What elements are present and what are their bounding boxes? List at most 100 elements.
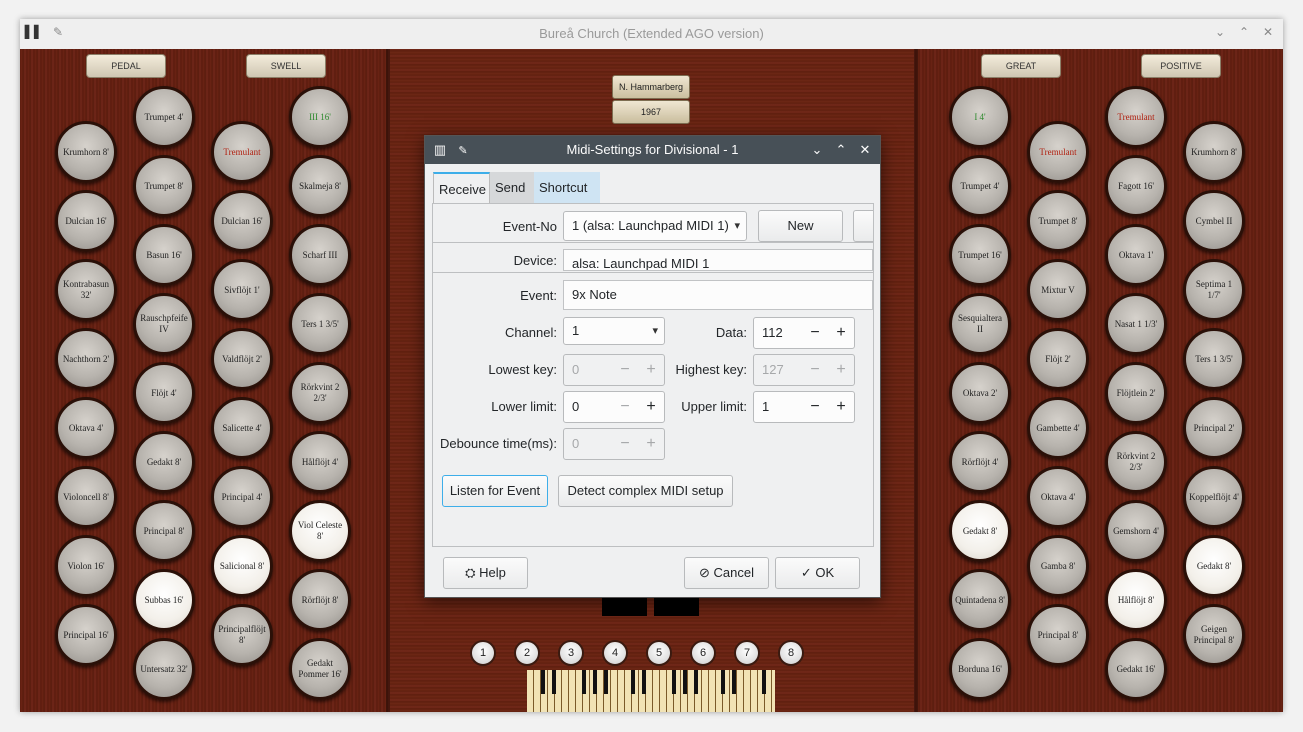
tab-receive[interactable]: Receive	[433, 172, 490, 203]
tab-shortcut[interactable]: Shortcut	[534, 172, 600, 203]
minimize-icon[interactable]: ⌄	[1212, 24, 1228, 40]
event-field[interactable]: 9x Note	[563, 280, 873, 310]
detect-midi-setup-button[interactable]: Detect complex MIDI setup	[558, 475, 733, 507]
stop-button[interactable]: Koppelflöjt 4'	[1183, 466, 1245, 528]
piston-button[interactable]: 3	[558, 640, 584, 666]
stop-button[interactable]: Tremulant	[1027, 121, 1089, 183]
black-key[interactable]	[642, 670, 646, 694]
stop-button[interactable]: Ters 1 3/5'	[1183, 328, 1245, 390]
upper-limit-spinbox[interactable]: 1 − +	[753, 391, 855, 423]
black-key[interactable]	[593, 670, 597, 694]
stop-button[interactable]: Borduna 16'	[949, 638, 1011, 700]
channel-combo[interactable]: 1 ▾	[563, 317, 665, 345]
stop-button[interactable]: Rörkvint 2 2/3'	[1105, 431, 1167, 493]
stop-button[interactable]: Ters 1 3/5'	[289, 293, 351, 355]
stop-button[interactable]: Salicette 4'	[211, 397, 273, 459]
stop-button[interactable]: Tremulant	[1105, 86, 1167, 148]
lower-limit-spinbox[interactable]: 0 − +	[563, 391, 665, 423]
stop-button[interactable]: Scharf III	[289, 224, 351, 286]
stop-button[interactable]: Dulcian 16'	[55, 190, 117, 252]
stop-button[interactable]: Trumpet 4'	[133, 86, 195, 148]
piston-button[interactable]: 2	[514, 640, 540, 666]
stop-button[interactable]: Tremulant	[211, 121, 273, 183]
stop-button[interactable]: Gedakt 8'	[133, 431, 195, 493]
piston-button[interactable]: 4	[602, 640, 628, 666]
stop-button[interactable]: Violon 16'	[55, 535, 117, 597]
stop-button[interactable]: Fagott 16'	[1105, 155, 1167, 217]
black-key[interactable]	[672, 670, 676, 694]
stop-button[interactable]: Quintadena 8'	[949, 569, 1011, 631]
piston-button[interactable]: 6	[690, 640, 716, 666]
stop-button[interactable]: Trumpet 8'	[1027, 190, 1089, 252]
stop-button[interactable]: Oktava 4'	[1027, 466, 1089, 528]
stop-button[interactable]: Septima 1 1/7'	[1183, 259, 1245, 321]
data-spinbox[interactable]: 112 − +	[753, 317, 855, 349]
stop-button[interactable]: Principal 2'	[1183, 397, 1245, 459]
black-key[interactable]	[694, 670, 698, 694]
black-key[interactable]	[631, 670, 635, 694]
stop-button[interactable]: Gedakt 8'	[949, 500, 1011, 562]
stop-button[interactable]: Skalmeja 8'	[289, 155, 351, 217]
stop-button[interactable]: Rörkvint 2 2/3'	[289, 362, 351, 424]
stop-button[interactable]: Viol Celeste 8'	[289, 500, 351, 562]
stop-button[interactable]: Gemshorn 4'	[1105, 500, 1167, 562]
stop-button[interactable]: Geigen Principal 8'	[1183, 604, 1245, 666]
stop-button[interactable]: Violoncell 8'	[55, 466, 117, 528]
stop-button[interactable]: Principal 4'	[211, 466, 273, 528]
black-key[interactable]	[683, 670, 687, 694]
stop-button[interactable]: Gedakt Pommer 16'	[289, 638, 351, 700]
stop-button[interactable]: Hålflöjt 4'	[289, 431, 351, 493]
stop-button[interactable]: Gambette 4'	[1027, 397, 1089, 459]
black-key[interactable]	[541, 670, 545, 694]
stop-button[interactable]: Sivflöjt 1'	[211, 259, 273, 321]
stop-button[interactable]: Flöjt 4'	[133, 362, 195, 424]
stop-button[interactable]: Cymbel II	[1183, 190, 1245, 252]
stop-button[interactable]: Mixtur V	[1027, 259, 1089, 321]
close-icon[interactable]: ✕	[1260, 24, 1276, 40]
black-key[interactable]	[721, 670, 725, 694]
cancel-button[interactable]: ⊘ Cancel	[684, 557, 769, 589]
keyboard[interactable]	[527, 670, 775, 712]
plus-icon[interactable]: +	[640, 395, 662, 419]
piston-button[interactable]: 8	[778, 640, 804, 666]
stop-button[interactable]: Kontrabasun 32'	[55, 259, 117, 321]
event-no-combo[interactable]: 1 (alsa: Launchpad MIDI 1) ▾	[563, 211, 747, 241]
stop-button[interactable]: Sesquialtera II	[949, 293, 1011, 355]
stop-button[interactable]: Rauschpfeife IV	[133, 293, 195, 355]
close-icon[interactable]: ✕	[856, 141, 874, 159]
stop-button[interactable]: Trumpet 4'	[949, 155, 1011, 217]
stop-button[interactable]: Principalflöjt 8'	[211, 604, 273, 666]
stop-button[interactable]: Oktava 2'	[949, 362, 1011, 424]
stop-button[interactable]: Salicional 8'	[211, 535, 273, 597]
stop-button[interactable]: Gedakt 16'	[1105, 638, 1167, 700]
plus-icon[interactable]: +	[830, 321, 852, 345]
stop-button[interactable]: I 4'	[949, 86, 1011, 148]
delete-button-partial[interactable]	[853, 210, 873, 242]
stop-button[interactable]: Hålflöjt 8'	[1105, 569, 1167, 631]
ok-button[interactable]: ✓ OK	[775, 557, 860, 589]
stop-button[interactable]: Nasat 1 1/3'	[1105, 293, 1167, 355]
stop-button[interactable]: Subbas 16'	[133, 569, 195, 631]
black-key[interactable]	[732, 670, 736, 694]
black-key[interactable]	[582, 670, 586, 694]
stop-button[interactable]: III 16'	[289, 86, 351, 148]
piston-button[interactable]: 7	[734, 640, 760, 666]
stop-button[interactable]: Flöjtlein 2'	[1105, 362, 1167, 424]
maximize-icon[interactable]: ⌃	[832, 141, 850, 159]
stop-button[interactable]: Trumpet 16'	[949, 224, 1011, 286]
stop-button[interactable]: Principal 8'	[1027, 604, 1089, 666]
stop-button[interactable]: Nachthorn 2'	[55, 328, 117, 390]
maximize-icon[interactable]: ⌃	[1236, 24, 1252, 40]
stop-button[interactable]: Principal 8'	[133, 500, 195, 562]
stop-button[interactable]: Valdflöjt 2'	[211, 328, 273, 390]
stop-button[interactable]: Gamba 8'	[1027, 535, 1089, 597]
listen-for-event-button[interactable]: Listen for Event	[442, 475, 548, 507]
stop-button[interactable]: Krumhorn 8'	[1183, 121, 1245, 183]
piston-button[interactable]: 1	[470, 640, 496, 666]
plus-icon[interactable]: +	[830, 395, 852, 419]
black-key[interactable]	[604, 670, 608, 694]
stop-button[interactable]: Oktava 4'	[55, 397, 117, 459]
stop-button[interactable]: Untersatz 32'	[133, 638, 195, 700]
stop-button[interactable]: Gedakt 8'	[1183, 535, 1245, 597]
stop-button[interactable]: Flöjt 2'	[1027, 328, 1089, 390]
